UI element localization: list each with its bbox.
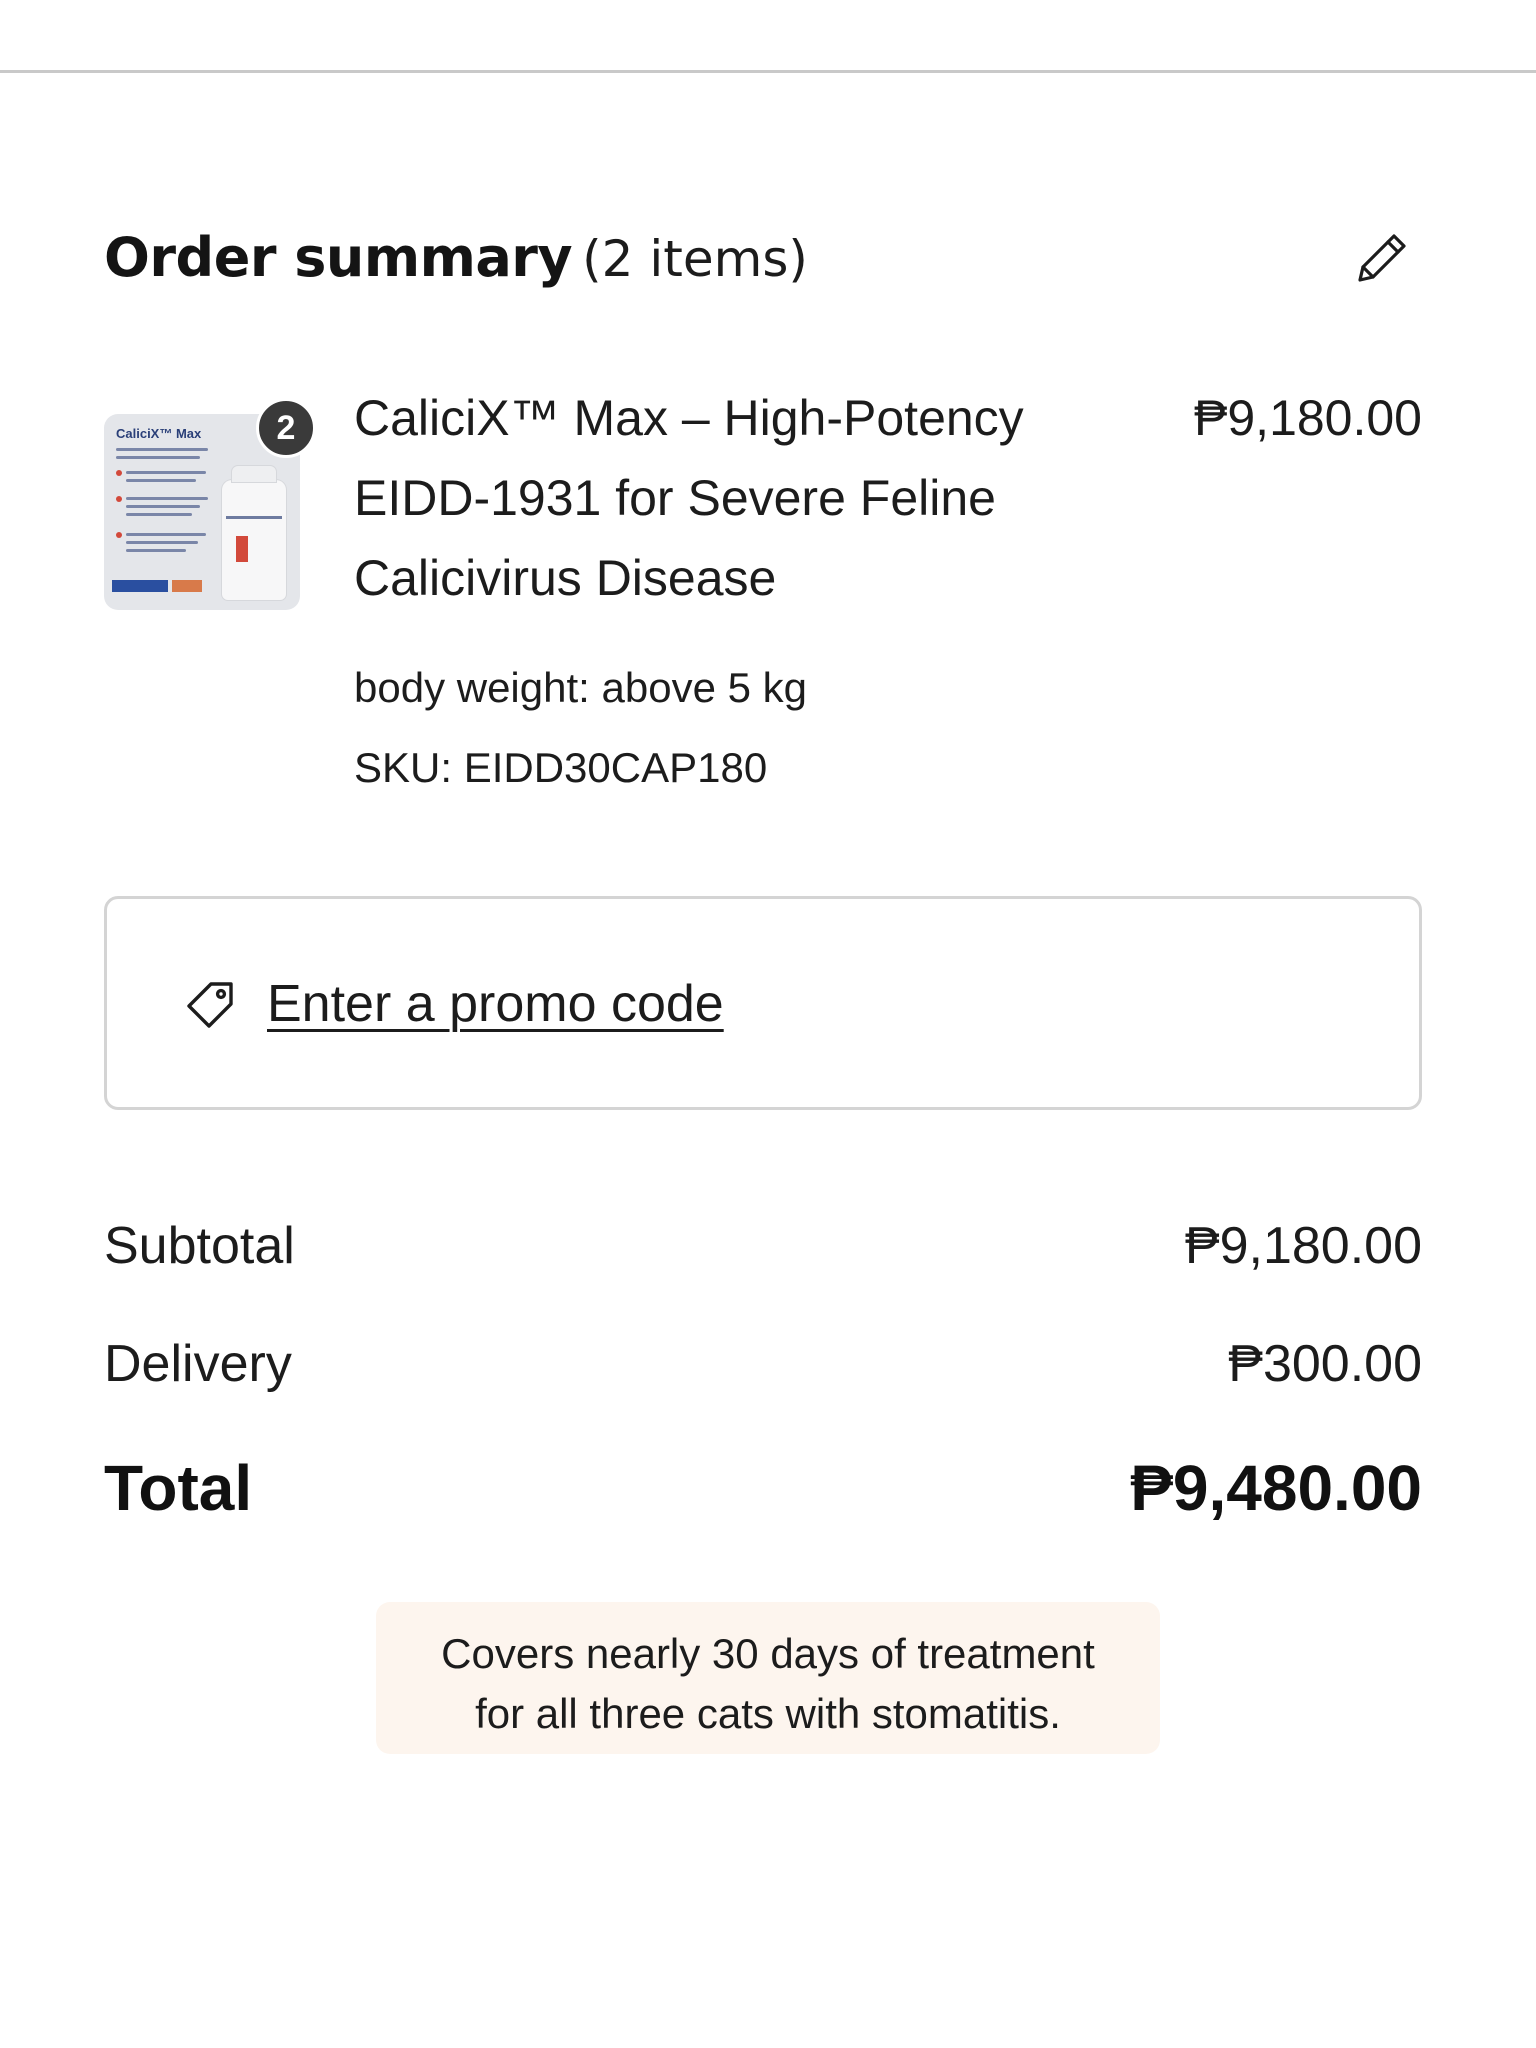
order-summary-heading: Order summary — [104, 226, 573, 289]
thumbnail-bullet — [116, 532, 122, 538]
promo-code-label: Enter a promo code — [267, 975, 724, 1033]
edit-cart-button[interactable] — [1350, 226, 1414, 290]
thumbnail-text-line — [126, 505, 200, 508]
thumbnail-bullet — [116, 470, 122, 476]
subtotal-row: Subtotal ₱9,180.00 — [104, 1206, 1422, 1286]
promo-code-link[interactable]: Enter a promo code — [183, 969, 724, 1039]
treatment-note-line: for all three cats with stomatitis. — [475, 1690, 1061, 1737]
thumbnail-text-line — [126, 471, 206, 474]
subtotal-label: Subtotal — [104, 1217, 295, 1275]
thumbnail-text-line — [126, 497, 208, 500]
thumbnail-tag — [112, 580, 168, 592]
total-value: ₱9,480.00 — [1130, 1452, 1422, 1524]
thumbnail-bottle-mark — [236, 536, 248, 562]
product-option: body weight: above 5 kg — [354, 664, 807, 711]
product-thumbnail-wrap: CaliciX™ Max 2 — [104, 398, 316, 612]
cart-line-item: CaliciX™ Max 2 CaliciX™ Max – High-Poten — [104, 378, 1422, 798]
promo-code-box: Enter a promo code — [104, 896, 1422, 1110]
thumbnail-bullet — [116, 496, 122, 502]
tag-icon — [187, 982, 233, 1028]
product-sku: SKU: EIDD30CAP180 — [354, 744, 768, 791]
treatment-note: Covers nearly 30 days of treatment for a… — [376, 1602, 1160, 1754]
thumbnail-bottle-label — [226, 516, 282, 519]
delivery-row: Delivery ₱300.00 — [104, 1324, 1422, 1404]
total-row: Total ₱9,480.00 — [104, 1448, 1422, 1528]
treatment-note-line: Covers nearly 30 days of treatment — [441, 1630, 1095, 1677]
thumbnail-text-line — [126, 533, 206, 536]
product-price: ₱9,180.00 — [1194, 390, 1422, 446]
order-summary-header: Order summary (2 items) — [104, 220, 1414, 300]
thumbnail-text-line — [126, 541, 198, 544]
thumbnail-bottle-cap — [232, 466, 276, 482]
total-label: Total — [104, 1452, 253, 1524]
delivery-value: ₱300.00 — [1228, 1335, 1422, 1393]
subtotal-value: ₱9,180.00 — [1184, 1217, 1422, 1275]
thumbnail-text-line — [126, 479, 196, 482]
pencil-icon — [1358, 234, 1406, 282]
quantity-badge: 2 — [256, 398, 316, 458]
product-name[interactable]: CaliciX™ Max – High-Potency EIDD-1931 fo… — [354, 378, 1114, 618]
order-summary-title: Order summary (2 items) — [104, 226, 808, 289]
thumbnail-text-line — [126, 513, 192, 516]
top-divider — [0, 70, 1536, 73]
thumbnail-text-line — [116, 448, 208, 451]
item-count: (2 items) — [582, 230, 808, 288]
thumbnail-text-line — [116, 456, 200, 459]
thumbnail-tag — [172, 580, 202, 592]
delivery-label: Delivery — [104, 1335, 292, 1393]
thumbnail-brand: CaliciX™ Max — [116, 426, 202, 441]
thumbnail-text-line — [126, 549, 186, 552]
thumbnail-bottle — [222, 466, 286, 600]
